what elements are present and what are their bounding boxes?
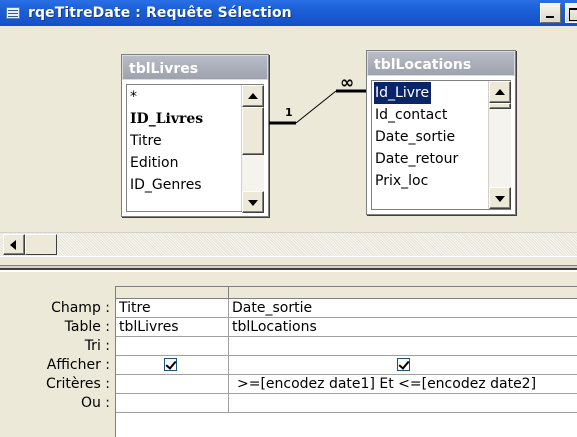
cell-ou[interactable] bbox=[229, 394, 577, 413]
one-side-label: 1 bbox=[285, 106, 293, 119]
cell-champ[interactable]: Titre bbox=[116, 299, 229, 318]
cell-afficher[interactable] bbox=[116, 356, 229, 375]
show-checkbox[interactable] bbox=[397, 358, 410, 371]
column-selector[interactable] bbox=[116, 287, 229, 299]
row-label-champ: Champ : bbox=[51, 300, 110, 316]
scroll-left-icon[interactable] bbox=[3, 234, 25, 255]
column-selector[interactable] bbox=[229, 287, 577, 299]
query-grid[interactable]: Titre tblLivres Date_sortie tblLocations… bbox=[115, 286, 577, 437]
cell-table[interactable]: tblLocations bbox=[229, 318, 577, 337]
cell-tri[interactable] bbox=[229, 337, 577, 356]
cell-ou[interactable] bbox=[116, 394, 229, 413]
window-title: rqeTitreDate : Requête Sélection bbox=[28, 5, 292, 21]
scroll-thumb[interactable] bbox=[25, 234, 57, 255]
maximize-button[interactable] bbox=[565, 3, 577, 23]
row-label-tri: Tri : bbox=[84, 338, 110, 354]
show-checkbox[interactable] bbox=[164, 358, 177, 371]
table-diagram-pane[interactable]: tblLivres * ID_Livres Titre Edition ID_G… bbox=[0, 26, 577, 256]
pane-splitter[interactable] bbox=[0, 256, 577, 266]
cell-table[interactable]: tblLivres bbox=[116, 318, 229, 337]
query-window-icon bbox=[6, 5, 22, 21]
query-design-grid-area[interactable]: Champ : Table : Tri : Afficher : Critère… bbox=[0, 272, 577, 437]
horizontal-scrollbar[interactable] bbox=[0, 232, 577, 256]
many-side-label: ∞ bbox=[340, 73, 354, 93]
join-line[interactable]: 1 ∞ bbox=[0, 26, 577, 232]
pane-splitter-edge bbox=[0, 266, 577, 270]
cell-criteres[interactable] bbox=[116, 375, 229, 394]
row-label-criteres: Critères : bbox=[45, 376, 110, 392]
row-label-ou: Ou : bbox=[80, 395, 110, 411]
row-label-table: Table : bbox=[64, 319, 110, 335]
cell-afficher[interactable] bbox=[229, 356, 577, 375]
window-titlebar[interactable]: rqeTitreDate : Requête Sélection bbox=[0, 0, 577, 26]
cell-criteres[interactable]: >=[encodez date1] Et <=[encodez date2] bbox=[229, 375, 577, 394]
row-label-afficher: Afficher : bbox=[46, 357, 110, 373]
cell-champ[interactable]: Date_sortie bbox=[229, 299, 577, 318]
cell-tri[interactable] bbox=[116, 337, 229, 356]
minimize-button[interactable] bbox=[540, 3, 561, 23]
